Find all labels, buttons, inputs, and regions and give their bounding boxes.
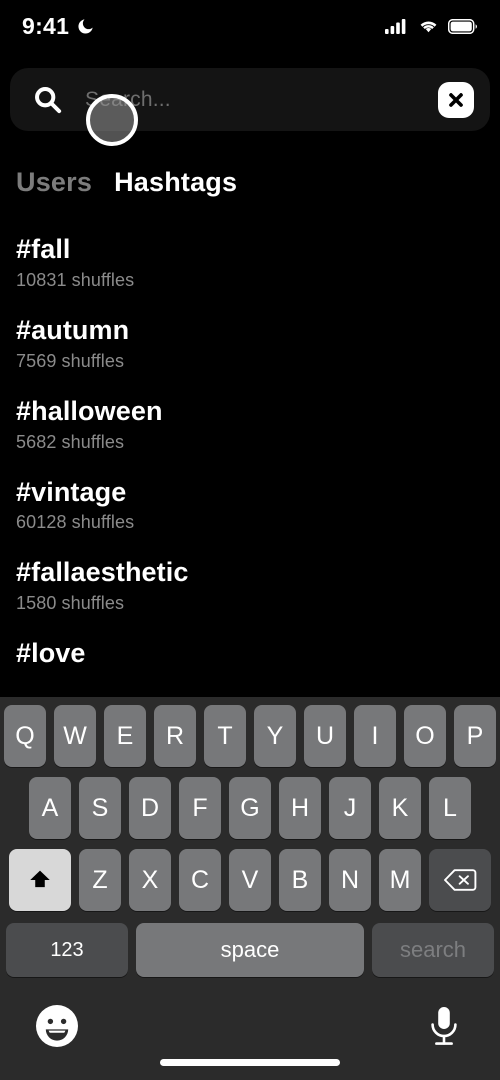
emoji-key[interactable] — [34, 1003, 80, 1049]
key-m[interactable]: M — [379, 849, 421, 911]
key-t[interactable]: T — [204, 705, 246, 767]
tab-users[interactable]: Users — [16, 167, 92, 198]
hashtag-name: #halloween — [16, 395, 163, 426]
list-item[interactable]: #fall 10831 shuffles — [16, 234, 486, 291]
numbers-key[interactable]: 123 — [6, 923, 128, 977]
keyboard-row-4: 123 space search — [0, 911, 500, 977]
tab-hashtags[interactable]: Hashtags — [114, 167, 237, 198]
key-p[interactable]: P — [454, 705, 496, 767]
hashtag-count: 10831 shuffles — [16, 269, 135, 290]
hashtag-name: #fall — [16, 234, 71, 264]
status-bar-clock: 9:41 — [22, 12, 70, 39]
tab-bar: Users Hashtags — [16, 167, 237, 198]
close-x-icon — [449, 92, 463, 107]
search-bar[interactable]: Search... — [10, 68, 490, 131]
key-j[interactable]: J — [329, 777, 371, 839]
search-input[interactable]: Search... — [85, 88, 438, 112]
hashtag-name: #fallaesthetic — [16, 557, 189, 588]
hashtag-count: 60128 shuffles — [16, 512, 135, 533]
list-item[interactable]: #love — [16, 638, 486, 670]
key-b[interactable]: B — [279, 849, 321, 911]
key-n[interactable]: N — [329, 849, 371, 911]
key-f[interactable]: F — [179, 777, 221, 839]
key-s[interactable]: S — [79, 777, 121, 839]
key-o[interactable]: O — [404, 705, 446, 767]
cellular-signal-icon — [385, 19, 406, 34]
keyboard-bottom-bar — [0, 995, 500, 1080]
search-return-key[interactable]: search — [372, 923, 494, 977]
space-key[interactable]: space — [136, 923, 364, 977]
key-a[interactable]: A — [29, 777, 71, 839]
status-bar-left: 9:41 — [22, 13, 95, 40]
backspace-key[interactable] — [429, 849, 491, 911]
shift-key[interactable] — [9, 849, 71, 911]
key-i[interactable]: I — [354, 705, 396, 767]
status-bar-right — [385, 18, 478, 34]
key-u[interactable]: U — [304, 705, 346, 767]
crescent-moon-icon — [78, 18, 93, 34]
key-z[interactable]: Z — [79, 849, 121, 911]
list-item[interactable]: #halloween 5682 shuffles — [16, 396, 486, 453]
hashtag-count: 7569 shuffles — [16, 350, 125, 371]
hashtag-name: #autumn — [16, 314, 130, 345]
key-h[interactable]: H — [279, 777, 321, 839]
keyboard-row-1: Q W E R T Y U I O P — [0, 697, 500, 767]
key-e[interactable]: E — [104, 705, 146, 767]
app-root: 9:41 Users Hashtags #fall 10831 shuffles… — [0, 0, 500, 1080]
key-d[interactable]: D — [129, 777, 171, 839]
touch-indicator — [86, 94, 138, 146]
key-g[interactable]: G — [229, 777, 271, 839]
hashtag-count: 1580 shuffles — [16, 593, 125, 614]
microphone-icon — [431, 1007, 457, 1045]
list-item[interactable]: #autumn 7569 shuffles — [16, 315, 486, 372]
hashtag-list: #fall 10831 shuffles #autumn 7569 shuffl… — [16, 234, 486, 694]
key-y[interactable]: Y — [254, 705, 296, 767]
hashtag-name: #love — [16, 638, 86, 669]
search-icon — [35, 87, 62, 114]
keyboard-row-2: A S D F G H J K L — [0, 767, 500, 839]
hashtag-count: 5682 shuffles — [16, 431, 125, 452]
hashtag-name: #vintage — [16, 476, 127, 507]
clear-search-button[interactable] — [438, 81, 474, 118]
home-indicator — [160, 1059, 340, 1066]
key-l[interactable]: L — [429, 777, 471, 839]
keyboard-row-3: Z X C V B N M — [0, 839, 500, 911]
emoji-smiley-icon — [36, 1005, 78, 1047]
key-w[interactable]: W — [54, 705, 96, 767]
list-item[interactable]: #fallaesthetic 1580 shuffles — [16, 557, 486, 614]
key-r[interactable]: R — [154, 705, 196, 767]
backspace-icon — [444, 869, 477, 891]
status-bar: 9:41 — [0, 0, 500, 52]
shift-arrow-icon — [30, 870, 50, 888]
wifi-icon — [420, 21, 437, 33]
key-v[interactable]: V — [229, 849, 271, 911]
dictation-key[interactable] — [424, 1003, 464, 1051]
key-x[interactable]: X — [129, 849, 171, 911]
list-item[interactable]: #vintage 60128 shuffles — [16, 477, 486, 534]
key-q[interactable]: Q — [4, 705, 46, 767]
key-k[interactable]: K — [379, 777, 421, 839]
key-c[interactable]: C — [179, 849, 221, 911]
battery-full-icon — [448, 18, 477, 34]
